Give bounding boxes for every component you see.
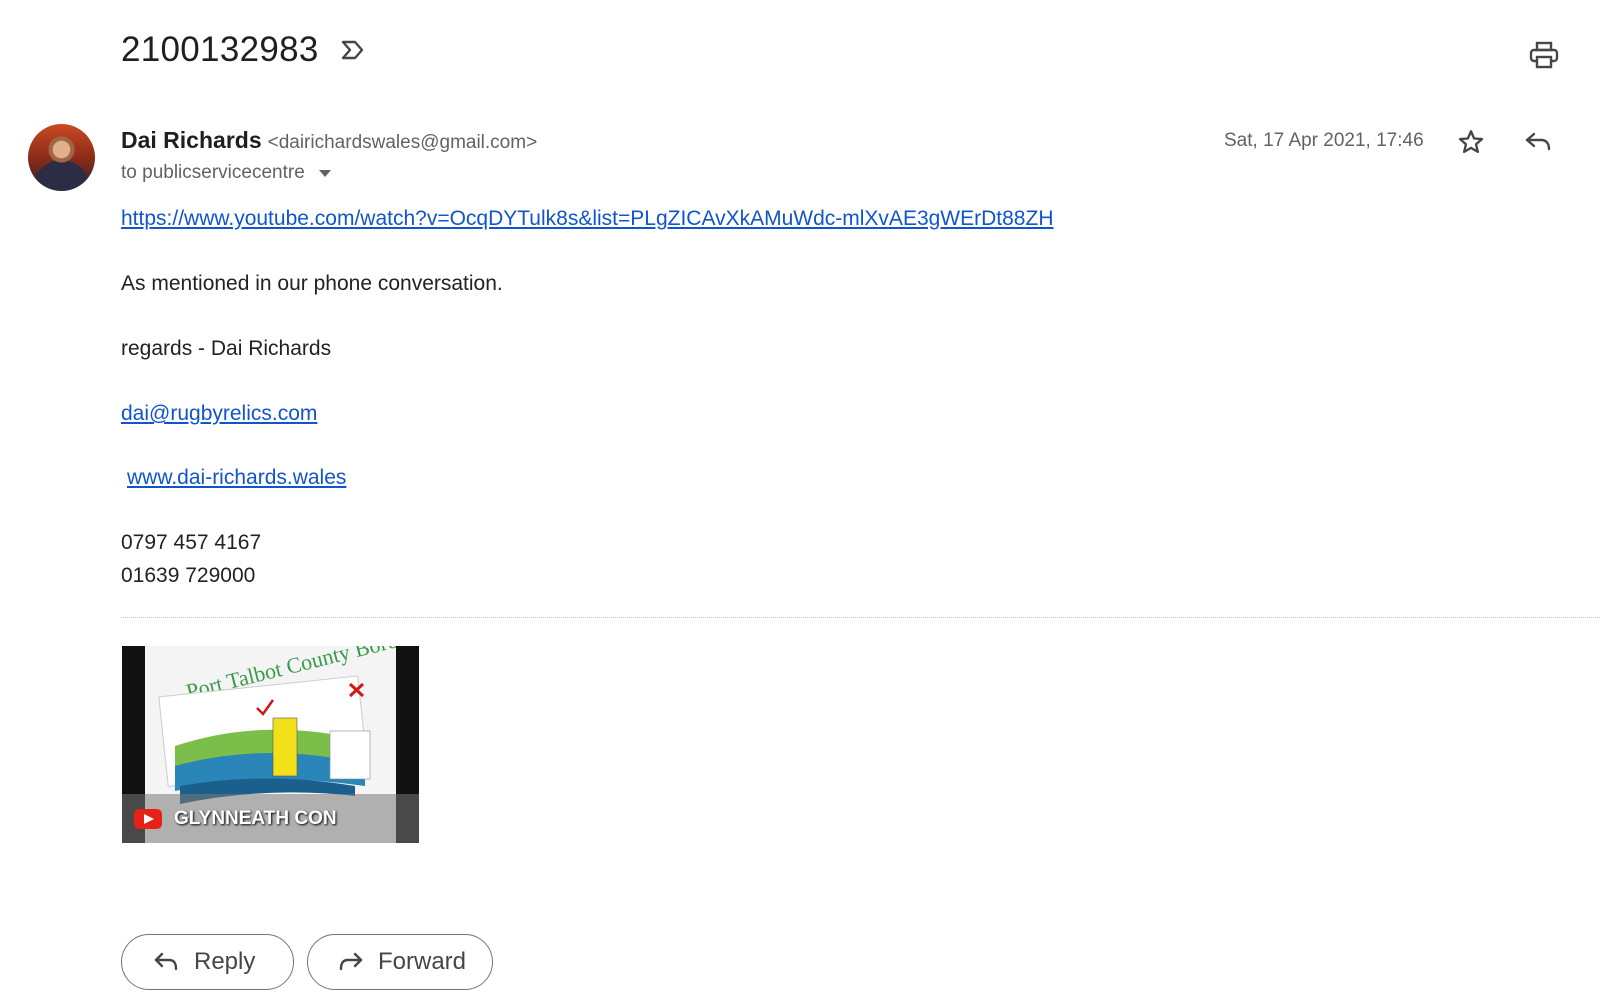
video-title: GLYNNEATH CON [174, 807, 337, 829]
reply-arrow-icon [152, 948, 180, 976]
body-line-regards: regards - Dai Richards [121, 337, 332, 360]
youtube-video-thumbnail[interactable]: Port Talbot County Borough GLYNNEATH CON [122, 646, 419, 843]
reply-button[interactable]: Reply [121, 934, 294, 990]
forward-arrow-icon [338, 948, 364, 976]
label-important-icon[interactable] [339, 36, 367, 64]
star-icon[interactable] [1454, 125, 1488, 159]
sender-avatar[interactable] [28, 124, 95, 191]
sender-email: <dairichardswales@gmail.com> [267, 132, 538, 153]
recipients-text: to publicservicecentre [121, 162, 305, 183]
forward-button-label: Forward [378, 948, 467, 975]
email-subject: 2100132983 [121, 30, 319, 69]
youtube-logo-icon [134, 808, 162, 829]
sender-name[interactable]: Dai Richards [121, 127, 262, 154]
recipients-line: to publicservicecentre [121, 162, 335, 184]
message-date: Sat, 17 Apr 2021, 17:46 [1224, 130, 1424, 151]
print-icon[interactable] [1527, 38, 1561, 72]
website-link[interactable]: www.dai-richards.wales [127, 466, 346, 490]
youtube-link[interactable]: https://www.youtube.com/watch?v=OcqDYTul… [121, 207, 1053, 231]
reply-icon[interactable] [1521, 125, 1555, 159]
forward-button[interactable]: Forward [307, 934, 493, 990]
email-link[interactable]: dai@rugbyrelics.com [121, 402, 317, 426]
signature-divider [121, 617, 1600, 618]
phone-number-2: 01639 729000 [121, 564, 256, 587]
phone-number-1: 0797 457 4167 [121, 531, 262, 554]
caret-down-icon[interactable] [315, 163, 335, 183]
subject-row: 2100132983 [121, 30, 367, 70]
sender-line: Dai Richards <dairichardswales@gmail.com… [121, 127, 537, 154]
reply-button-label: Reply [194, 948, 256, 975]
body-line-mentioned: As mentioned in our phone conversation. [121, 272, 503, 295]
youtube-title-bar: GLYNNEATH CON [122, 794, 419, 843]
